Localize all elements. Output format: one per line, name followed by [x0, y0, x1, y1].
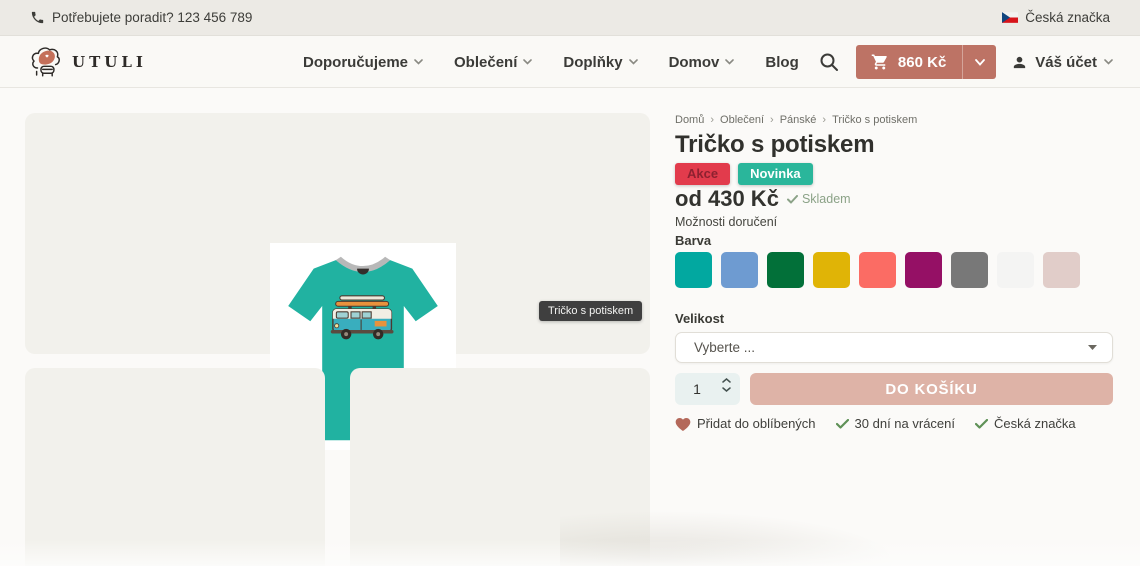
color-label: Barva [675, 233, 711, 248]
check-icon [975, 419, 988, 429]
breadcrumb-obleceni[interactable]: Oblečení [720, 114, 764, 126]
chevron-down-icon [523, 59, 532, 65]
thumbnail-card-blue [350, 368, 650, 566]
breadcrumb-home[interactable]: Domů [675, 114, 704, 126]
product-price: od 430 Kč [675, 186, 779, 212]
stock-status: Skladem [802, 192, 851, 206]
chevron-down-icon [629, 59, 638, 65]
breadcrumb: Domů › Oblečení › Pánské › Tričko s poti… [675, 114, 917, 126]
stepper-up-icon[interactable] [722, 378, 731, 383]
badge-akce: Akce [675, 163, 730, 185]
image-tooltip: Tričko s potiskem [539, 301, 642, 321]
color-swatch-blue[interactable] [721, 252, 758, 288]
color-swatch-green[interactable] [767, 252, 804, 288]
nav-item-obleceni[interactable]: Oblečení [454, 54, 532, 71]
phone-icon [30, 10, 45, 25]
nav-item-doporucujeme[interactable]: Doporučujeme [303, 54, 423, 71]
page-title: Tričko s potiskem [675, 131, 874, 159]
quantity-value: 1 [675, 373, 719, 405]
badge-novinka: Novinka [738, 163, 813, 185]
heart-icon [675, 417, 691, 431]
stepper-down-icon[interactable] [722, 387, 731, 392]
feature-czech-brand: Česká značka [975, 416, 1076, 431]
thumbnail-card-coral [25, 368, 325, 566]
product-details: Domů › Oblečení › Pánské › Tričko s poti… [675, 0, 1113, 566]
delivery-options-link[interactable]: Možnosti doručení [675, 215, 777, 229]
chevron-down-icon [1088, 345, 1097, 350]
logo[interactable]: UTULI [28, 43, 147, 81]
size-select[interactable]: Vyberte ... [675, 332, 1113, 363]
chevron-down-icon [414, 59, 423, 65]
nav-item-doplnky[interactable]: Doplňky [563, 54, 637, 71]
badge-row: Akce Novinka [675, 163, 813, 185]
color-swatch-white[interactable] [997, 252, 1034, 288]
color-swatch-coral[interactable] [859, 252, 896, 288]
feature-row: Přidat do oblíbených 30 dní na vrácení Č… [675, 416, 1076, 431]
check-icon [787, 195, 798, 204]
color-swatch-gray[interactable] [951, 252, 988, 288]
color-swatch-teal[interactable] [675, 252, 712, 288]
breadcrumb-panske[interactable]: Pánské [780, 114, 817, 126]
size-select-value: Vyberte ... [694, 340, 755, 355]
color-swatches [675, 252, 1080, 288]
add-to-cart-button[interactable]: DO KOŠÍKU [750, 373, 1113, 405]
add-to-favorites-button[interactable]: Přidat do oblíbených [675, 416, 816, 431]
color-swatch-yellow[interactable] [813, 252, 850, 288]
feature-returns: 30 dní na vrácení [836, 416, 955, 431]
check-icon [836, 419, 849, 429]
quantity-stepper[interactable]: 1 [675, 373, 740, 405]
breadcrumb-current: Tričko s potiskem [832, 114, 917, 126]
size-label: Velikost [675, 311, 724, 326]
color-swatch-magenta[interactable] [905, 252, 942, 288]
logo-text: UTULI [72, 53, 147, 71]
armchair-logo-icon [28, 43, 66, 81]
phone-help-text: Potřebujete poradit? 123 456 789 [52, 10, 252, 25]
color-swatch-pink[interactable] [1043, 252, 1080, 288]
